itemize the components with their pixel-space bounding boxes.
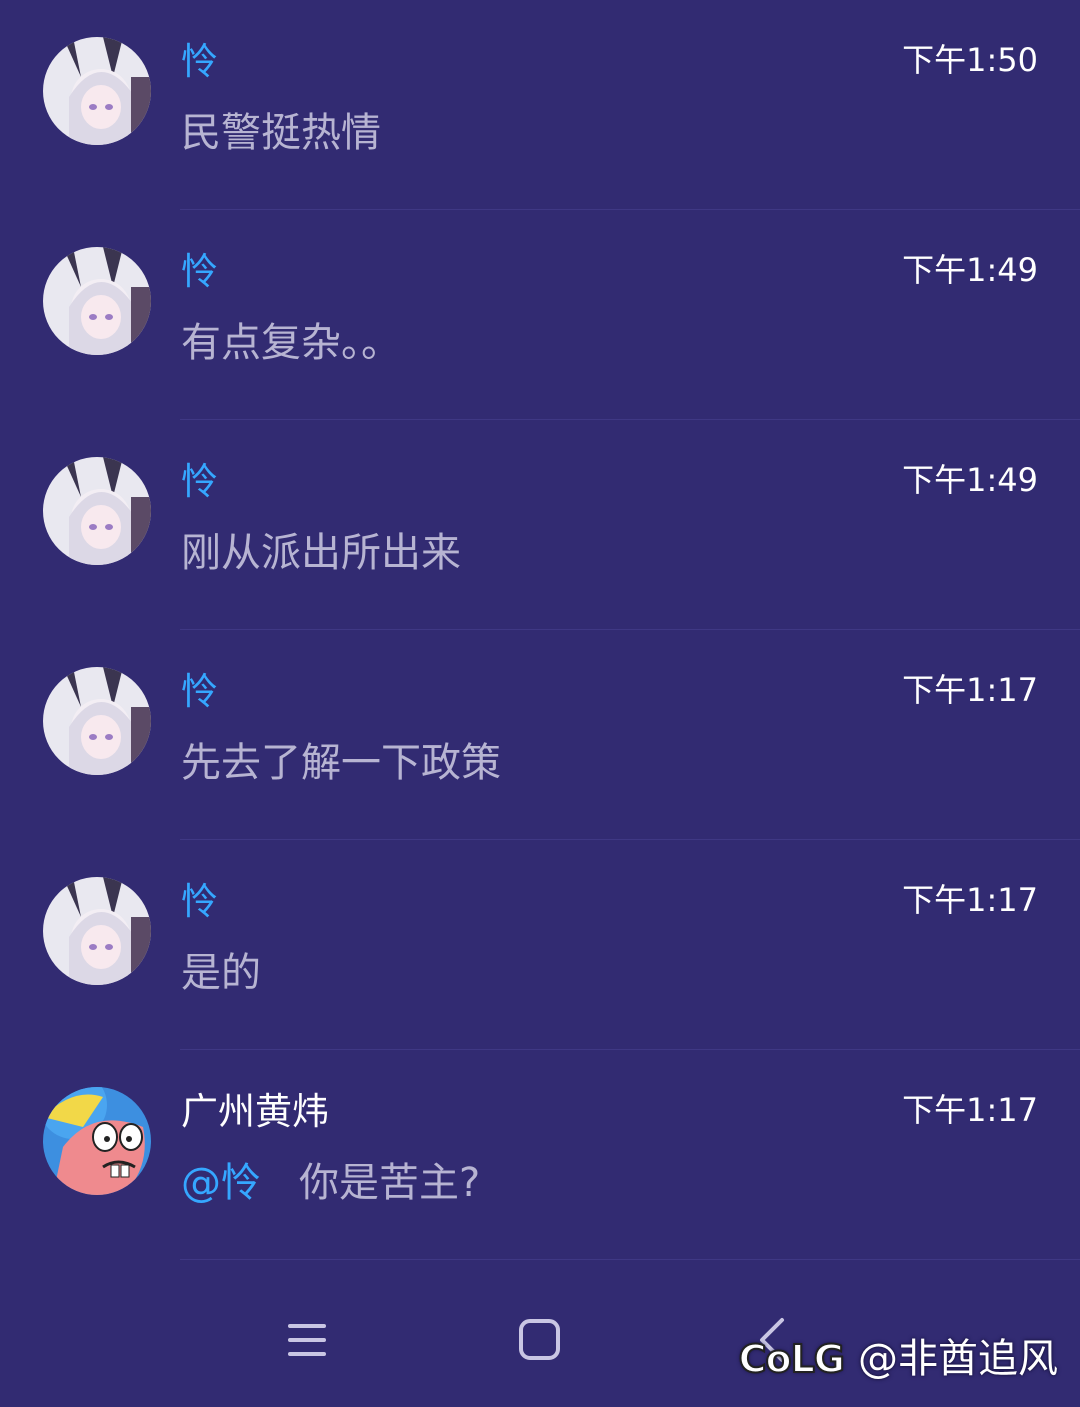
message-content: 刚从派出所出来 bbox=[181, 530, 461, 576]
sender-name[interactable]: 怜 bbox=[181, 40, 218, 84]
message-item[interactable]: 怜 下午1:49 刚从派出所出来 bbox=[0, 420, 1080, 630]
message-content: 你是苦主? bbox=[299, 1160, 481, 1206]
message-list: 怜 下午1:50 民警挺热情 怜 下午1:49 有点复杂。。 怜 下午1:49 … bbox=[0, 0, 1080, 1260]
message-time: 下午1:49 bbox=[902, 461, 1038, 499]
message-content: 有点复杂。。 bbox=[181, 320, 401, 366]
avatar[interactable] bbox=[43, 667, 151, 775]
avatar[interactable] bbox=[43, 877, 151, 985]
message-time: 下午1:50 bbox=[902, 41, 1038, 79]
divider bbox=[180, 1259, 1080, 1260]
message-text: 先去了解一下政策 bbox=[181, 738, 501, 788]
message-time: 下午1:17 bbox=[902, 881, 1038, 919]
anime-girl-avatar-icon bbox=[43, 457, 151, 565]
message-text: 有点复杂。。 bbox=[181, 318, 401, 368]
message-text: 民警挺热情 bbox=[181, 108, 381, 158]
message-content: 是的 bbox=[181, 950, 261, 996]
sender-name[interactable]: 广州黄炜 bbox=[181, 1090, 329, 1134]
message-text: 刚从派出所出来 bbox=[181, 528, 461, 578]
anime-girl-avatar-icon bbox=[43, 37, 151, 145]
message-time: 下午1:17 bbox=[902, 671, 1038, 709]
sender-name[interactable]: 怜 bbox=[181, 880, 218, 924]
message-item[interactable]: 怜 下午1:17 先去了解一下政策 bbox=[0, 630, 1080, 840]
sender-name[interactable]: 怜 bbox=[181, 250, 218, 294]
message-text: 是的 bbox=[181, 948, 261, 998]
avatar[interactable] bbox=[43, 247, 151, 355]
avatar[interactable] bbox=[43, 457, 151, 565]
home-button[interactable] bbox=[510, 1314, 570, 1374]
avatar[interactable] bbox=[43, 1087, 151, 1195]
message-item[interactable]: 怜 下午1:50 民警挺热情 bbox=[0, 0, 1080, 210]
home-icon bbox=[519, 1319, 560, 1360]
message-item[interactable]: 广州黄炜 下午1:17 @怜 你是苦主? bbox=[0, 1050, 1080, 1260]
message-content: 先去了解一下政策 bbox=[181, 740, 501, 786]
anime-girl-avatar-icon bbox=[43, 877, 151, 985]
message-time: 下午1:17 bbox=[902, 1091, 1038, 1129]
sender-name[interactable]: 怜 bbox=[181, 670, 218, 714]
menu-button[interactable] bbox=[278, 1314, 338, 1374]
message-time: 下午1:49 bbox=[902, 251, 1038, 289]
message-content: 民警挺热情 bbox=[181, 110, 381, 156]
menu-icon bbox=[288, 1324, 326, 1356]
avatar[interactable] bbox=[43, 37, 151, 145]
watermark-handle: @非酋追风 bbox=[858, 1336, 1058, 1382]
message-text: @怜 你是苦主? bbox=[181, 1158, 480, 1208]
sender-name[interactable]: 怜 bbox=[181, 460, 218, 504]
anime-girl-avatar-icon bbox=[43, 247, 151, 355]
message-item[interactable]: 怜 下午1:17 是的 bbox=[0, 840, 1080, 1050]
message-item[interactable]: 怜 下午1:49 有点复杂。。 bbox=[0, 210, 1080, 420]
watermark: CoLG @非酋追风 bbox=[738, 1334, 1058, 1384]
mention-link[interactable]: @怜 bbox=[181, 1160, 261, 1206]
anime-girl-avatar-icon bbox=[43, 667, 151, 775]
watermark-logo: CoLG bbox=[738, 1336, 846, 1382]
patrick-star-avatar-icon bbox=[43, 1087, 151, 1195]
